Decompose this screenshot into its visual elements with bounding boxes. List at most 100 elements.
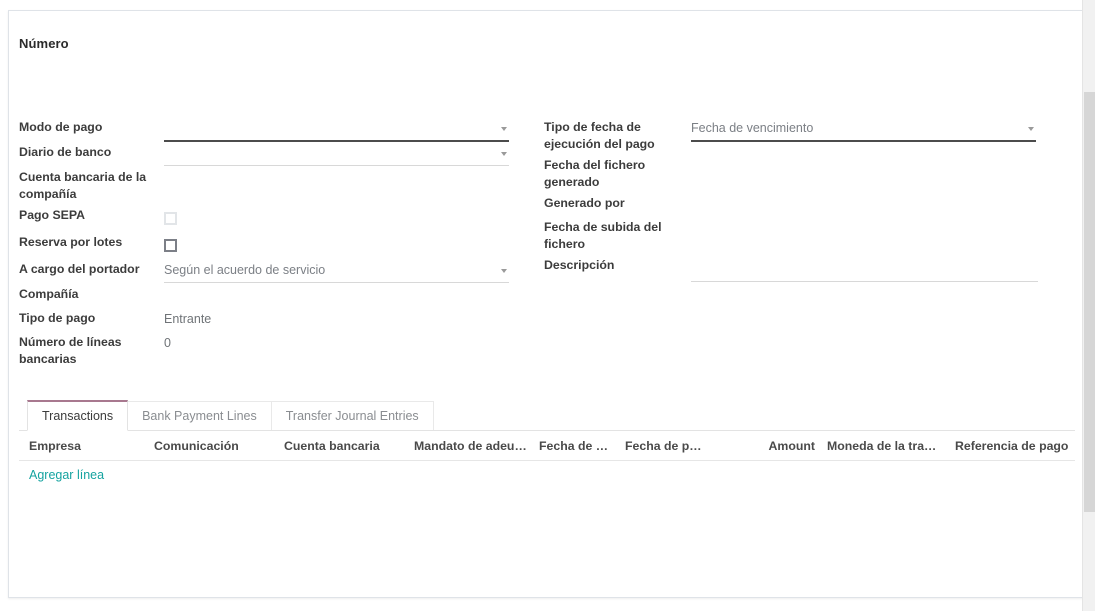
field-row-compania: Compañía [19,282,529,306]
tab-transactions[interactable]: Transactions [27,400,128,431]
form-column-left: Modo de pago Diario de banco Cuenta banc… [19,115,529,368]
column-header-fecha-de-pago[interactable]: Fecha de p… [619,439,731,453]
field-row-tipo-de-fecha-de-ejecucion-del-pago: Tipo de fecha de ejecución del pagoFecha… [544,115,1054,153]
field-label-reserva-por-lotes: Reserva por lotes [19,230,164,251]
input-a-cargo-del-portador[interactable]: Según el acuerdo de servicio [164,261,509,282]
field-label-descripcion: Descripción [544,253,691,274]
field-value-numero-de-lineas-bancarias: 0 [164,330,529,353]
transactions-list: EmpresaComunicaciónCuenta bancariaMandat… [19,431,1075,489]
input-value-descripcion [691,257,1038,276]
checkbox-reserva-por-lotes[interactable] [164,239,177,252]
input-value-tipo-de-fecha-de-ejecucion-del-pago: Fecha de vencimiento [691,119,1036,138]
field-row-cuenta-bancaria-de-la-compania: Cuenta bancaria de la compañía [19,165,529,203]
field-label-pago-sepa: Pago SEPA [19,203,164,224]
field-value-cuenta-bancaria-de-la-compania [164,165,529,188]
field-row-pago-sepa: Pago SEPA [19,203,529,230]
field-value-tipo-de-fecha-de-ejecucion-del-pago: Fecha de vencimiento [691,115,1054,140]
field-value-a-cargo-del-portador: Según el acuerdo de servicio [164,257,529,282]
field-row-fecha-de-subida-del-fichero: Fecha de subida del fichero [544,215,1054,253]
scroll-down-arrow-icon[interactable] [1083,598,1095,611]
field-value-diario-de-banco [164,140,529,165]
field-value-fecha-de-subida-del-fichero [691,215,1054,238]
scroll-up-arrow-icon[interactable] [1083,0,1095,13]
field-value-descripcion [691,253,1054,281]
input-value-modo-de-pago [164,119,509,138]
field-label-a-cargo-del-portador: A cargo del portador [19,257,164,278]
column-header-mandato-de-adeudo[interactable]: Mandato de adeud… [408,439,533,453]
field-row-diario-de-banco: Diario de banco [19,140,529,165]
tab-transfer-journal-entries[interactable]: Transfer Journal Entries [271,401,434,430]
chevron-down-icon[interactable] [1028,127,1034,131]
chevron-down-icon[interactable] [501,152,507,156]
field-value-compania [164,282,529,305]
field-label-tipo-de-pago: Tipo de pago [19,306,164,327]
field-label-numero-de-lineas-bancarias: Número de líneas bancarias [19,330,164,368]
input-underline-tipo-de-fecha-de-ejecucion-del-pago [691,140,1036,142]
field-value-pago-sepa [164,203,529,230]
form-sheet-inner: Número Modo de pago Diario de banco Cuen… [9,11,1085,597]
checkbox-pago-sepa [164,212,177,225]
tab-bank-payment-lines[interactable]: Bank Payment Lines [127,401,272,430]
field-label-generado-por: Generado por [544,191,691,212]
empty-value-fecha-de-subida-del-fichero [691,220,694,235]
column-header-fecha-de-vencimiento[interactable]: Fecha de ve… [533,439,619,453]
empty-value-compania [164,287,167,302]
page-title: Número [19,36,619,51]
form-sheet: Número Modo de pago Diario de banco Cuen… [8,10,1086,598]
field-row-reserva-por-lotes: Reserva por lotes [19,230,529,257]
column-header-empresa[interactable]: Empresa [23,439,148,453]
field-value-modo-de-pago [164,115,529,140]
empty-value-generado-por [691,196,694,211]
field-row-a-cargo-del-portador: A cargo del portadorSegún el acuerdo de … [19,257,529,282]
input-underline-a-cargo-del-portador [164,282,509,283]
field-row-modo-de-pago: Modo de pago [19,115,529,140]
field-label-tipo-de-fecha-de-ejecucion-del-pago: Tipo de fecha de ejecución del pago [544,115,691,153]
page-scrollbar[interactable] [1082,0,1095,611]
input-value-a-cargo-del-portador: Según el acuerdo de servicio [164,261,509,280]
empty-value-fecha-del-fichero-generado [691,158,694,173]
field-row-generado-por: Generado por [544,191,1054,215]
tab-label: Bank Payment Lines [142,409,257,423]
list-header-row: EmpresaComunicaciónCuenta bancariaMandat… [19,431,1075,461]
field-value-generado-por [691,191,1054,214]
chevron-down-icon[interactable] [501,269,507,273]
readonly-value-numero-de-lineas-bancarias: 0 [164,335,171,350]
scrollbar-thumb[interactable] [1084,92,1095,512]
input-descripcion[interactable] [691,257,1038,281]
add-line-link[interactable]: Agregar línea [29,468,104,482]
field-label-compania: Compañía [19,282,164,303]
input-underline-descripcion [691,281,1038,282]
column-header-comunicacion[interactable]: Comunicación [148,439,278,453]
field-row-numero-de-lineas-bancarias: Número de líneas bancarias0 [19,330,529,368]
chevron-down-icon[interactable] [501,127,507,131]
column-header-amount[interactable]: Amount [731,439,821,453]
field-label-modo-de-pago: Modo de pago [19,115,164,136]
input-underline-modo-de-pago [164,140,509,142]
field-row-fecha-del-fichero-generado: Fecha del fichero generado [544,153,1054,191]
input-diario-de-banco[interactable] [164,144,509,165]
readonly-value-tipo-de-pago: Entrante [164,311,211,326]
notebook-tabs: Transactions Bank Payment Lines Transfer J… [19,399,1075,431]
field-label-fecha-del-fichero-generado: Fecha del fichero generado [544,153,691,191]
input-tipo-de-fecha-de-ejecucion-del-pago[interactable]: Fecha de vencimiento [691,119,1036,140]
field-value-fecha-del-fichero-generado [691,153,1054,176]
empty-value-cuenta-bancaria-de-la-compania [164,170,167,185]
input-modo-de-pago[interactable] [164,119,509,140]
notebook: Transactions Bank Payment Lines Transfer J… [19,399,1075,489]
field-row-tipo-de-pago: Tipo de pagoEntrante [19,306,529,330]
page-title-label: Número [19,36,619,51]
column-header-cuenta-bancaria[interactable]: Cuenta bancaria [278,439,408,453]
column-header-moneda-de-la-transaccion[interactable]: Moneda de la tran… [821,439,949,453]
tab-label: Transfer Journal Entries [286,409,419,423]
field-value-tipo-de-pago: Entrante [164,306,529,329]
form-column-right: Tipo de fecha de ejecución del pagoFecha… [544,115,1054,281]
column-header-referencia-de-pago[interactable]: Referencia de pago [949,439,1079,453]
field-label-fecha-de-subida-del-fichero: Fecha de subida del fichero [544,215,691,253]
tab-label: Transactions [42,409,113,423]
field-value-reserva-por-lotes [164,230,529,257]
field-label-cuenta-bancaria-de-la-compania: Cuenta bancaria de la compañía [19,165,164,203]
field-row-descripcion: Descripción [544,253,1054,281]
input-underline-diario-de-banco [164,165,509,166]
input-value-diario-de-banco [164,144,509,163]
field-label-diario-de-banco: Diario de banco [19,140,164,161]
